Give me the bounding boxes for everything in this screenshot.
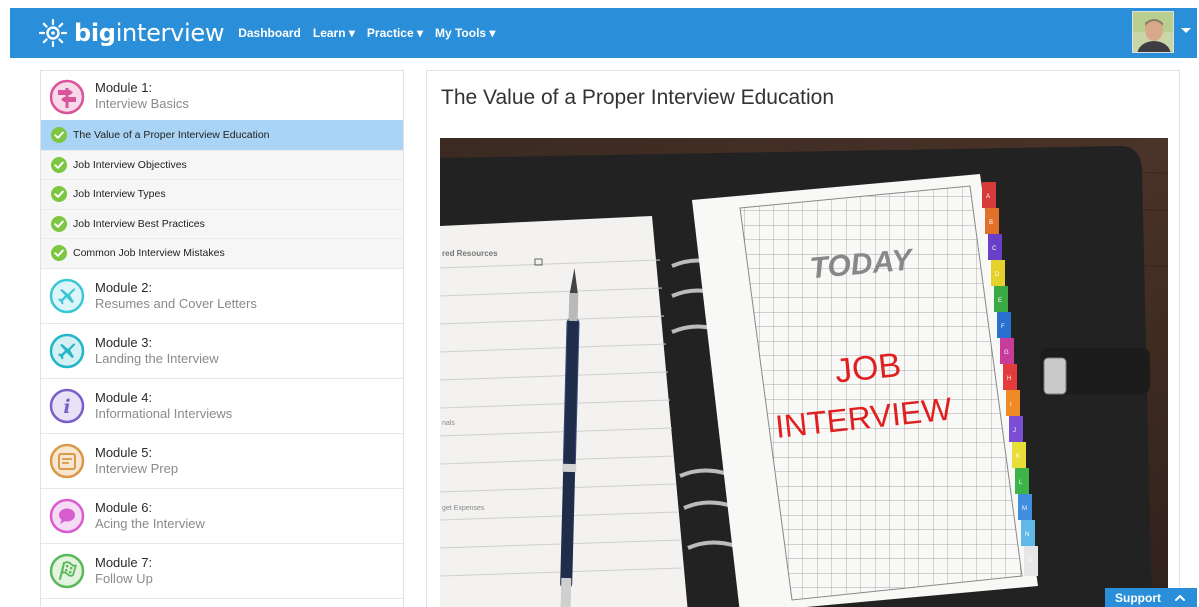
module-number: Module 6: [95,499,153,515]
user-avatar[interactable] [1132,11,1174,53]
airplane-icon [49,333,85,368]
logo[interactable]: biginterview [38,18,224,48]
module-title: Interview Basics [95,96,189,111]
lesson-label: Common Job Interview Mistakes [73,247,225,260]
module-title: Interview Prep [95,460,179,476]
page-title: The Value of a Proper Interview Educatio… [441,86,835,109]
check-circle-icon [51,127,67,144]
check-circle-icon [51,215,67,232]
tab-letter: J [1013,428,1016,434]
tab-letter: E [998,298,1002,304]
module-title: Acing the Interview [95,515,205,531]
lesson-item[interactable]: Job Interview Objectives [41,149,403,179]
nav-my-tools-dropdown[interactable]: My Tools ▾ [435,26,495,40]
module-title: Landing the Interview [95,350,219,366]
lesson-label: Job Interview Objectives [73,158,187,171]
check-circle-icon [51,245,67,262]
module-number: Module 2: [95,279,153,295]
job-text: JOB [833,346,903,391]
module-sidebar: Module 1: Interview Basics The Value of … [40,70,404,607]
module-number: Module 4: [95,389,153,405]
chevron-up-icon [1175,594,1185,601]
signpost-icon [49,79,85,115]
tab-letter: D [995,272,1000,278]
nav-learn-dropdown[interactable]: Learn ▾ [313,26,355,40]
lesson-list: The Value of a Proper Interview Educatio… [41,120,403,269]
tab-letter: A [986,194,990,200]
page-text: get Expenses [442,505,485,512]
lesson-item[interactable]: The Value of a Proper Interview Educatio… [41,120,403,150]
speech-bubble-icon [49,498,85,533]
tab-letter: F [1001,324,1005,330]
lesson-item[interactable]: Common Job Interview Mistakes [41,238,403,268]
module-2[interactable]: Module 2: Resumes and Cover Letters [41,268,403,324]
module-number: Module 7: [95,554,153,570]
lesson-hero-image: red Resources nals get Expenses TODAY JO… [440,138,1168,607]
module-6[interactable]: Module 6: Acing the Interview [41,488,403,544]
support-label: Support [1115,590,1161,605]
support-button[interactable]: Support [1105,588,1197,607]
lesson-item[interactable]: Job Interview Best Practices [41,208,403,238]
page-text: nals [442,420,455,427]
top-navbar: biginterview Dashboard Learn ▾ Practice … [10,8,1197,58]
module-number: Module 1: [95,80,153,95]
module-title: Follow Up [95,570,153,586]
tab-letter: N [1025,532,1029,538]
airplane-icon [49,278,85,313]
nav-practice-dropdown[interactable]: Practice ▾ [367,26,423,40]
check-circle-icon [51,186,67,203]
tab-letter: K [1016,454,1020,460]
module-5[interactable]: Module 5: Interview Prep [41,433,403,489]
check-circle-icon [51,156,67,173]
lesson-label: Job Interview Best Practices [73,217,205,230]
module-number: Module 5: [95,444,153,460]
checkered-flag-icon [49,553,85,588]
page-text: red Resources [442,249,498,258]
svg-text:i: i [63,396,70,418]
lesson-content: The Value of a Proper Interview Educatio… [426,70,1180,607]
sun-logo-icon [38,18,68,48]
info-icon: i [49,388,85,423]
logo-text: biginterview [74,19,225,47]
tab-letter: O [1028,558,1033,564]
module-1[interactable]: Module 1: Interview Basics [41,71,403,120]
notepad-icon [49,443,85,478]
nav-dashboard[interactable]: Dashboard [238,26,301,40]
tab-letter: C [992,246,997,252]
module-7[interactable]: Module 7: Follow Up [41,543,403,599]
lesson-label: The Value of a Proper Interview Educatio… [73,129,270,142]
avatar-dropdown-caret-icon[interactable] [1181,28,1191,33]
module-number: Module 3: [95,334,153,350]
tab-letter: G [1004,350,1009,356]
module-4[interactable]: i Module 4: Informational Interviews [41,378,403,434]
tab-letter: B [989,220,993,226]
tab-letter: M [1022,506,1027,512]
tab-letter: H [1007,376,1011,382]
module-title: Informational Interviews [95,405,233,421]
module-3[interactable]: Module 3: Landing the Interview [41,323,403,379]
main-nav: Dashboard Learn ▾ Practice ▾ My Tools ▾ [238,26,507,40]
module-title: Resumes and Cover Letters [95,295,257,311]
lesson-label: Job Interview Types [73,188,166,201]
lesson-item[interactable]: Job Interview Types [41,179,403,209]
